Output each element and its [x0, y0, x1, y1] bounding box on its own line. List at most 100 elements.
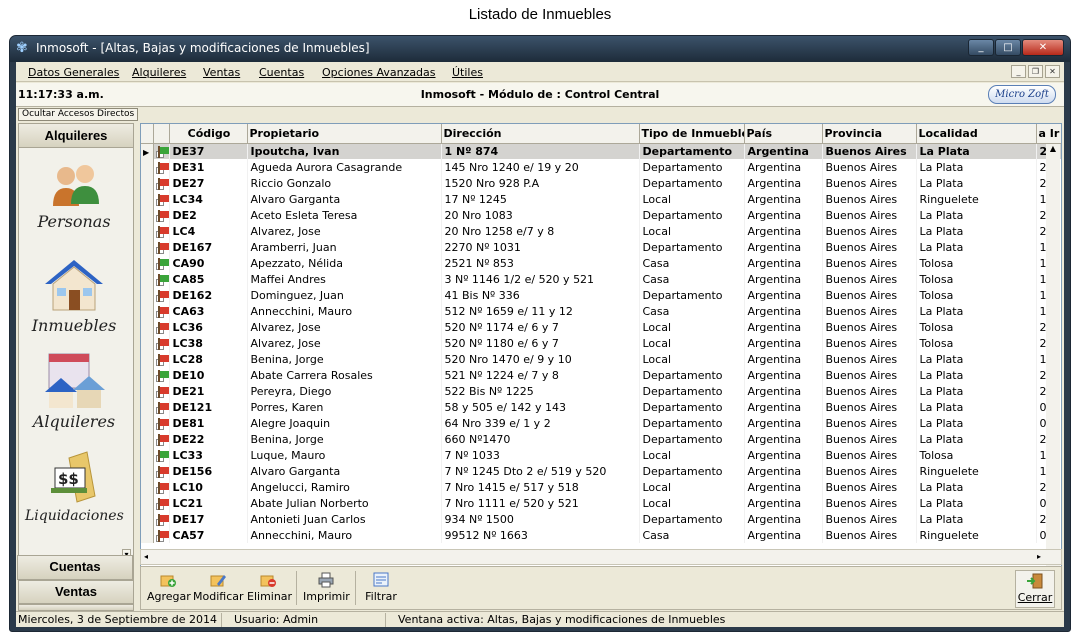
menu-alquileres[interactable]: Alquileres: [132, 66, 186, 79]
row-indicator[interactable]: [141, 463, 154, 479]
row-indicator[interactable]: [141, 271, 154, 287]
table-row[interactable]: DE2 Aceto Esleta Teresa 20 Nro 1083 Departa…: [141, 207, 1061, 223]
vertical-scrollbar[interactable]: ▲ ▼: [1046, 144, 1060, 569]
row-indicator[interactable]: [141, 303, 154, 319]
row-indicator[interactable]: [141, 319, 154, 335]
table-row[interactable]: DE17 Antonieti Juan Carlos 934 Nº 1500 Depa…: [141, 511, 1061, 527]
filter-button-label: Filtrar: [365, 590, 397, 603]
row-indicator[interactable]: [141, 495, 154, 511]
close-button[interactable]: Cerrar: [1015, 570, 1055, 608]
filter-button[interactable]: Filtrar: [363, 570, 399, 608]
properties-grid[interactable]: Código Propietario Dirección Tipo de Inm…: [140, 123, 1062, 588]
row-indicator[interactable]: [141, 351, 154, 367]
row-indicator[interactable]: [141, 159, 154, 175]
column-header-extra[interactable]: a Ir: [1036, 124, 1061, 144]
table-row[interactable]: DE27 Riccio Gonzalo 1520 Nro 928 P.A Depart…: [141, 175, 1061, 191]
scroll-up-icon[interactable]: ▲: [1046, 144, 1060, 156]
row-indicator[interactable]: [141, 431, 154, 447]
sidebar-tile-inmuebles[interactable]: Inmuebles: [25, 256, 123, 335]
cell-country: Argentina: [744, 223, 823, 239]
row-status-flag: [153, 447, 170, 463]
scroll-left-icon[interactable]: ◂: [144, 552, 148, 561]
red-flag-icon: [155, 193, 168, 206]
table-row[interactable]: CA85 Maffei Andres 3 Nº 1146 1/2 e/ 520 y …: [141, 271, 1061, 287]
mdi-minimize-button[interactable]: _: [1011, 65, 1026, 78]
row-indicator[interactable]: [141, 479, 154, 495]
column-header-localidad[interactable]: Localidad: [916, 124, 1037, 144]
menu-datos-generales[interactable]: Datos Generales: [28, 66, 119, 79]
window-title: Inmosoft - [Altas, Bajas y modificacione…: [36, 41, 370, 55]
table-row[interactable]: LC34 Alvaro Garganta 17 Nº 1245 Local Argent…: [141, 191, 1061, 207]
table-row[interactable]: DE31 Agueda Aurora Casagrande 145 Nro 1240…: [141, 159, 1061, 175]
print-button[interactable]: Imprimir: [303, 570, 350, 608]
edit-button[interactable]: Modificar: [193, 570, 244, 608]
column-header-codigo[interactable]: Código: [169, 124, 248, 144]
row-indicator[interactable]: [141, 207, 154, 223]
row-indicator[interactable]: [141, 527, 154, 543]
row-indicator[interactable]: [141, 447, 154, 463]
menu-opciones-avanzadas[interactable]: Opciones Avanzadas: [322, 66, 436, 79]
row-indicator[interactable]: [141, 255, 154, 271]
cell-country: Argentina: [744, 255, 823, 271]
table-row[interactable]: DE21 Pereyra, Diego 522 Bis Nº 1225 Departa…: [141, 383, 1061, 399]
row-indicator[interactable]: [141, 399, 154, 415]
scroll-right-icon[interactable]: ▸: [1037, 552, 1041, 561]
row-indicator[interactable]: [141, 223, 154, 239]
row-indicator[interactable]: [141, 287, 154, 303]
title-bar[interactable]: ✾ Inmosoft - [Altas, Bajas y modificacio…: [10, 36, 1070, 62]
sidebar-tile-liquidaciones[interactable]: $$ Liquidaciones: [25, 450, 124, 524]
close-window-button[interactable]: ✕: [1022, 39, 1064, 56]
column-header-direccion[interactable]: Dirección: [441, 124, 640, 144]
green-flag-icon: [155, 273, 168, 286]
table-row[interactable]: CA63 Annecchini, Mauro 512 Nº 1659 e/ 11 y…: [141, 303, 1061, 319]
table-row[interactable]: CA90 Apezzato, Nélida 2521 Nº 853 Casa Argen…: [141, 255, 1061, 271]
row-indicator[interactable]: [141, 511, 154, 527]
mdi-restore-button[interactable]: ❐: [1028, 65, 1043, 78]
table-row[interactable]: CA57 Annecchini, Mauro 99512 Nº 1663 Casa Ar…: [141, 527, 1061, 543]
menu-cuentas[interactable]: Cuentas: [259, 66, 304, 79]
minimize-button[interactable]: _: [968, 39, 994, 56]
delete-button[interactable]: Eliminar: [247, 570, 292, 608]
table-row[interactable]: DE156 Alvaro Garganta 7 Nº 1245 Dto 2 e/ 5…: [141, 463, 1061, 479]
sidebar-tile-alquileres[interactable]: Alquileres: [25, 352, 123, 431]
table-row[interactable]: LC4 Alvarez, Jose 20 Nro 1258 e/7 y 8 Local…: [141, 223, 1061, 239]
menu-utiles[interactable]: Útiles: [452, 66, 483, 79]
hide-shortcuts-button[interactable]: Ocultar Accesos Directos: [18, 108, 139, 121]
column-header-provincia[interactable]: Provincia: [822, 124, 917, 144]
table-row[interactable]: DE167 Aramberri, Juan 2270 Nº 1031 Departam…: [141, 239, 1061, 255]
table-row[interactable]: DE81 Alegre Joaquin 64 Nro 339 e/ 1 y 2 Dep…: [141, 415, 1061, 431]
table-row[interactable]: DE121 Porres, Karen 58 y 505 e/ 142 y 143 D…: [141, 399, 1061, 415]
table-row[interactable]: LC38 Alvarez, Jose 520 Nº 1180 e/ 6 y 7 Loc…: [141, 335, 1061, 351]
table-row[interactable]: DE162 Dominguez, Juan 41 Bis Nº 336 Departa…: [141, 287, 1061, 303]
table-row[interactable]: ▶ DE37 Ipoutcha, Ivan 1 Nº 874 Departamento…: [141, 143, 1061, 159]
sidebar-tile-personas[interactable]: Personas: [25, 160, 123, 231]
table-row[interactable]: LC33 Luque, Mauro 7 Nº 1033 Local Argentina B…: [141, 447, 1061, 463]
mdi-close-button[interactable]: ✕: [1045, 65, 1060, 78]
horizontal-scrollbar[interactable]: ◂ ▸: [140, 549, 1062, 565]
row-indicator[interactable]: [141, 239, 154, 255]
table-row[interactable]: LC28 Benina, Jorge 520 Nro 1470 e/ 9 y 10 L…: [141, 351, 1061, 367]
column-header-tipo[interactable]: Tipo de Inmueble: [639, 124, 745, 144]
sidebar-header-alquileres[interactable]: Alquileres: [19, 124, 133, 148]
column-header-propietario[interactable]: Propietario: [247, 124, 442, 144]
cell-address: 7 Nº 1245 Dto 2 e/ 519 y 520: [441, 463, 640, 479]
column-header-pais[interactable]: País: [744, 124, 823, 144]
row-indicator[interactable]: ▶: [141, 143, 154, 159]
row-indicator[interactable]: [141, 367, 154, 383]
row-indicator[interactable]: [141, 335, 154, 351]
red-flag-icon: [155, 289, 168, 302]
row-indicator[interactable]: [141, 415, 154, 431]
sidebar-section-ventas[interactable]: Ventas: [18, 580, 134, 604]
table-row[interactable]: LC10 Angelucci, Ramiro 7 Nro 1415 e/ 517 y…: [141, 479, 1061, 495]
maximize-button[interactable]: □: [995, 39, 1021, 56]
menu-ventas[interactable]: Ventas: [203, 66, 240, 79]
table-row[interactable]: LC21 Abate Julian Norberto 7 Nro 1111 e/ 5…: [141, 495, 1061, 511]
table-row[interactable]: LC36 Alvarez, Jose 520 Nº 1174 e/ 6 y 7 Loc…: [141, 319, 1061, 335]
sidebar-section-cuentas[interactable]: Cuentas: [17, 555, 133, 580]
table-row[interactable]: DE10 Abate Carrera Rosales 521 Nº 1224 e/ …: [141, 367, 1061, 383]
row-indicator[interactable]: [141, 191, 154, 207]
row-indicator[interactable]: [141, 175, 154, 191]
table-row[interactable]: DE22 Benina, Jorge 660 Nº1470 Departamento A…: [141, 431, 1061, 447]
add-button[interactable]: Agregar: [147, 570, 191, 608]
row-indicator[interactable]: [141, 383, 154, 399]
